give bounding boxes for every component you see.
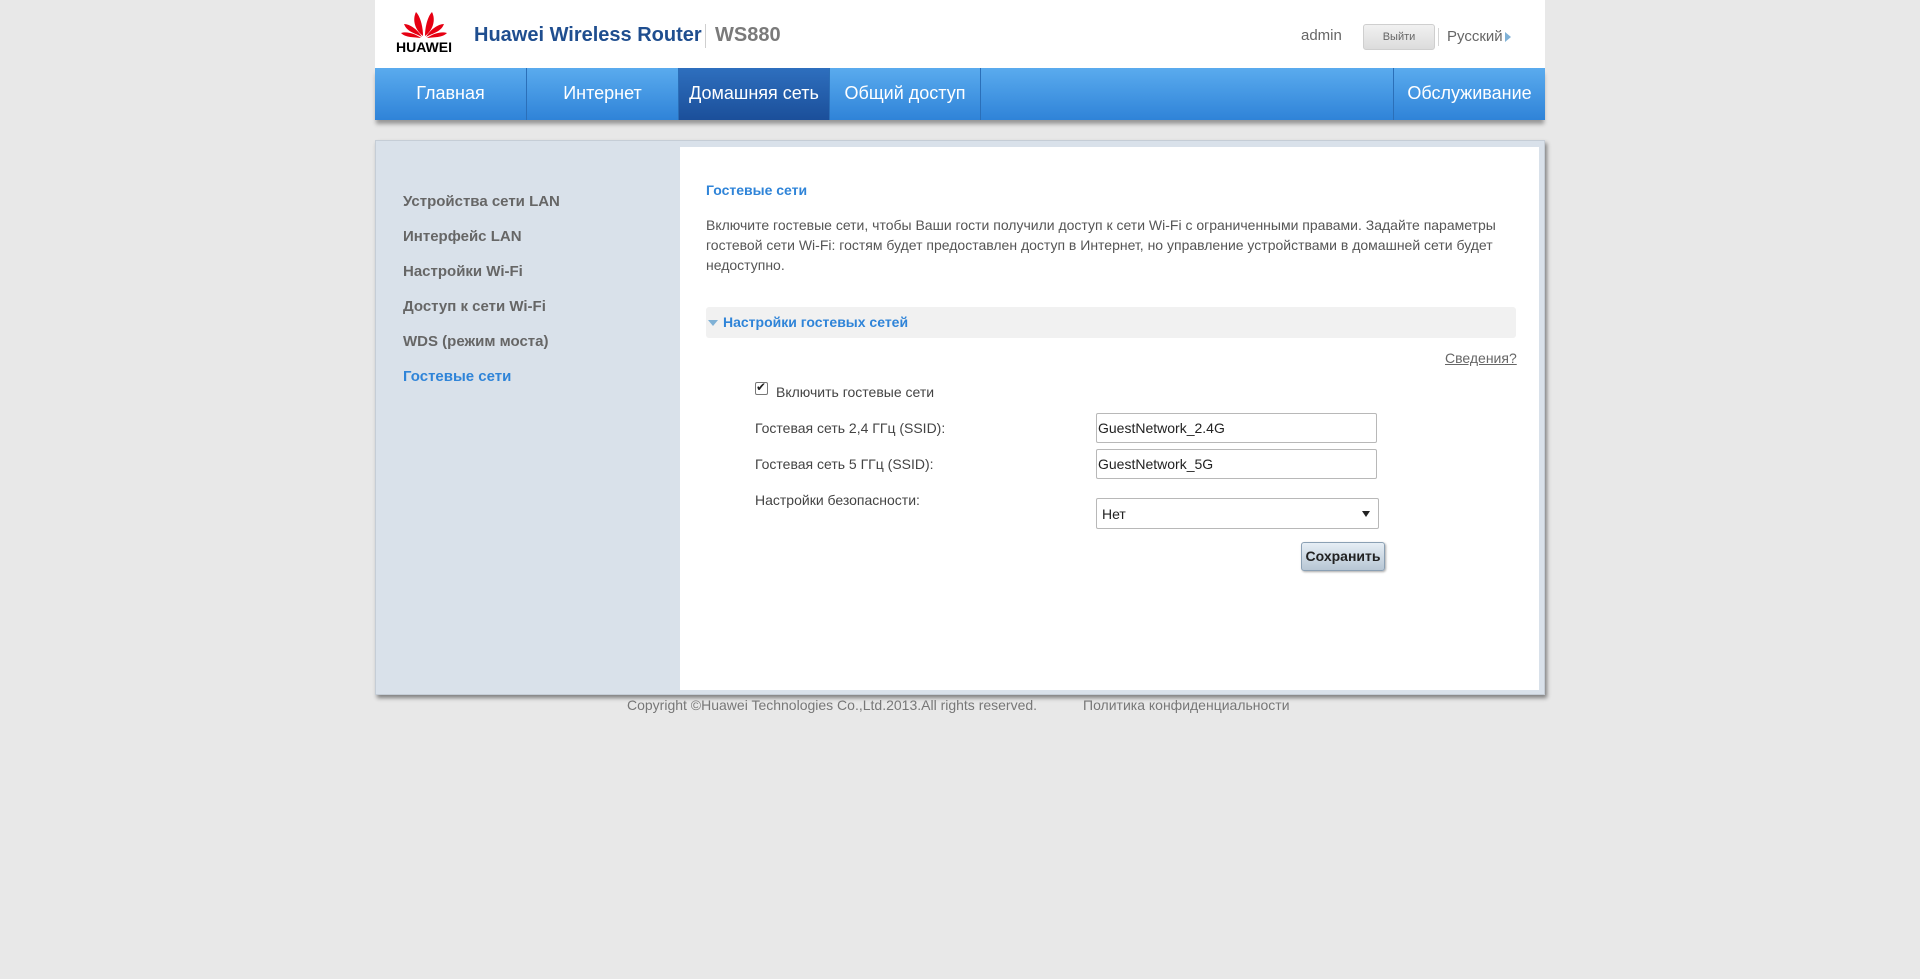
save-button[interactable]: Сохранить: [1301, 542, 1385, 571]
huawei-logo: HUAWEI: [395, 6, 453, 56]
nav-tab-maintenance[interactable]: Обслуживание: [1393, 68, 1545, 120]
dropdown-arrow-icon: [1362, 511, 1370, 517]
nav-tab-internet[interactable]: Интернет: [527, 68, 679, 120]
help-link[interactable]: Сведения?: [1445, 350, 1517, 366]
chevron-down-icon[interactable]: [708, 320, 718, 326]
enable-guest-networks-checkbox[interactable]: ✔: [755, 380, 768, 395]
privacy-policy-link[interactable]: Политика конфиденциальности: [1083, 697, 1290, 713]
ssid-24-label: Гостевая сеть 2,4 ГГц (SSID):: [755, 420, 946, 436]
page-description: Включите гостевые сети, чтобы Ваши гости…: [706, 217, 1496, 273]
security-select[interactable]: Нет: [1096, 498, 1379, 529]
language-selector[interactable]: Русский: [1447, 28, 1503, 45]
nav-tab-sharing[interactable]: Общий доступ: [830, 68, 981, 120]
title-divider: [705, 24, 706, 48]
sidebar-item-wifi-access[interactable]: Доступ к сети Wi-Fi: [403, 298, 546, 315]
sidebar-item-lan-devices[interactable]: Устройства сети LAN: [403, 193, 560, 210]
sidebar-item-lan-interface[interactable]: Интерфейс LAN: [403, 228, 522, 245]
logout-button[interactable]: Выйти: [1363, 24, 1435, 50]
content-panel: Гостевые сети Включите гостевые сети, чт…: [680, 147, 1539, 690]
top-navigation: Главная Интернет Домашняя сеть Общий дос…: [375, 68, 1545, 120]
sidebar-item-wds[interactable]: WDS (режим моста): [403, 333, 548, 350]
ssid-5-input[interactable]: [1096, 449, 1377, 479]
nav-tab-home-network[interactable]: Домашняя сеть: [679, 68, 830, 120]
sidebar-item-wifi-settings[interactable]: Настройки Wi-Fi: [403, 263, 523, 280]
product-title: Huawei Wireless Router: [474, 24, 702, 46]
footer-copyright: Copyright ©Huawei Technologies Co.,Ltd.2…: [627, 697, 1038, 713]
section-title[interactable]: Настройки гостевых сетей: [723, 314, 908, 330]
checkmark-icon: ✔: [756, 380, 767, 394]
chevron-right-icon[interactable]: [1505, 32, 1511, 42]
ssid-5-label: Гостевая сеть 5 ГГц (SSID):: [755, 456, 934, 472]
security-select-value: Нет: [1102, 506, 1126, 522]
page-title: Гостевые сети: [706, 182, 808, 198]
logo-text: HUAWEI: [396, 39, 452, 55]
model-name: WS880: [715, 24, 781, 46]
enable-guest-networks-label: Включить гостевые сети: [776, 384, 935, 400]
ssid-24-input[interactable]: [1096, 413, 1377, 443]
username-label: admin: [1301, 27, 1342, 44]
nav-tab-home[interactable]: Главная: [375, 68, 527, 120]
sidebar-item-guest-networks[interactable]: Гостевые сети: [403, 368, 511, 385]
header: HUAWEI Huawei Wireless Router WS880 admi…: [375, 0, 1545, 68]
guest-settings-section-header[interactable]: Настройки гостевых сетей: [706, 307, 1516, 338]
main-frame: Устройства сети LAN Интерфейс LAN Настро…: [375, 140, 1545, 695]
language-divider: [1438, 28, 1439, 46]
security-label: Настройки безопасности:: [755, 492, 920, 508]
huawei-flower-icon: [401, 12, 447, 38]
